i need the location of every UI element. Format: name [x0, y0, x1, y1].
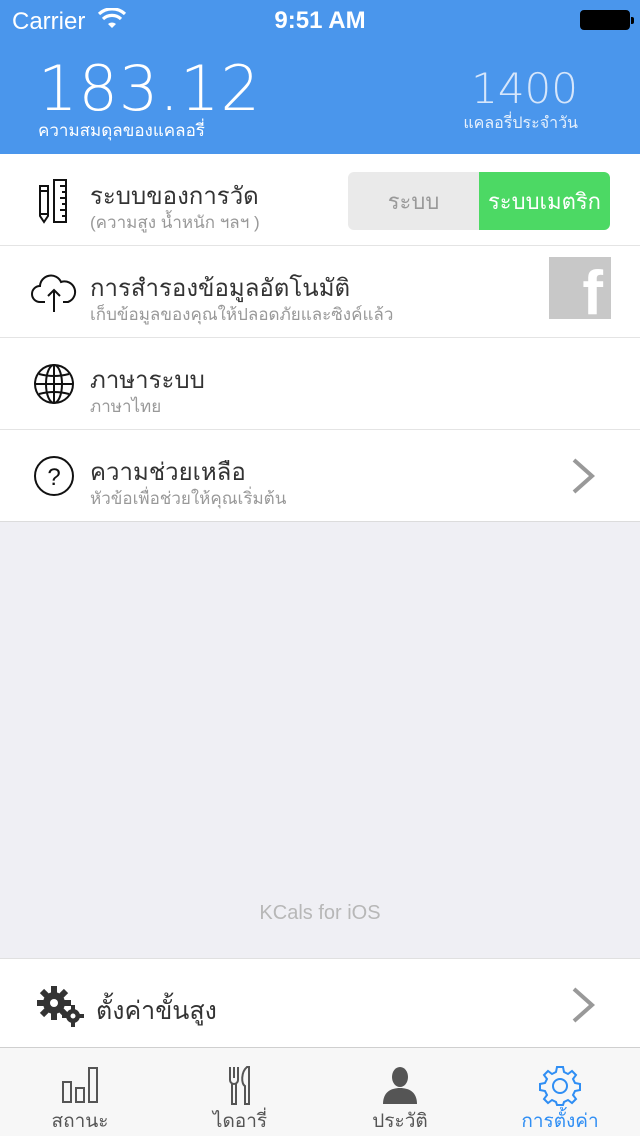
calorie-balance-value: 183.12 [38, 52, 261, 125]
tab-diary-label: ไดอารี่ [212, 1111, 268, 1132]
units-option-metric[interactable]: ระบบเมตริก [479, 172, 610, 230]
question-circle-icon: ? [34, 456, 74, 496]
tab-history-label: ประวัติ [372, 1111, 428, 1132]
gears-icon [37, 986, 84, 1027]
app-footer-text: KCals for iOS [259, 902, 381, 924]
bar-chart-icon [62, 1067, 98, 1103]
settings-row-language[interactable]: ภาษาระบบ ภาษาไทย [0, 338, 640, 430]
tab-history[interactable]: ประวัติ [320, 1048, 480, 1136]
calorie-balance-label: ความสมดุลของแคลอรี่ [38, 121, 205, 140]
gear-icon [539, 1066, 581, 1106]
chevron-right-icon [572, 458, 596, 494]
cloud-upload-icon [31, 274, 77, 312]
settings-list: ระบบของการวัด (ความสูง น้ำหนัก ฯลฯ ) ระบ… [0, 154, 640, 522]
svg-text:?: ? [47, 464, 60, 491]
units-segmented-control: ระบบ ระบบเมตริก [348, 172, 610, 230]
tab-diary[interactable]: ไดอารี่ [160, 1048, 320, 1136]
units-subtitle: (ความสูง น้ำหนัก ฯลฯ ) [90, 213, 260, 232]
tab-settings-label: การตั้งค่า [521, 1111, 599, 1132]
backup-subtitle: เก็บข้อมูลของคุณให้ปลอดภัยและซิงค์แล้ว [90, 305, 394, 324]
pencil-ruler-icon [39, 179, 67, 224]
tab-status-label: สถานะ [51, 1111, 109, 1132]
tab-settings[interactable]: การตั้งค่า [480, 1048, 640, 1136]
battery-icon [580, 10, 634, 30]
units-option-system[interactable]: ระบบ [348, 172, 479, 230]
person-icon [383, 1067, 417, 1104]
daily-calories-label: แคลอรี่ประจำวัน [463, 115, 578, 132]
advanced-settings-row[interactable]: ตั้งค่าขั้นสูง [0, 958, 640, 1048]
status-time: 9:51 AM [274, 7, 366, 34]
tab-bar: สถานะ ไดอารี่ ประวัติ การตั้งค่า [0, 1047, 640, 1136]
settings-row-backup[interactable]: การสำรองข้อมูลอัตโนมัติ เก็บข้อมูลของคุณ… [0, 246, 640, 338]
fork-knife-icon [229, 1066, 250, 1105]
facebook-icon: f [582, 259, 603, 320]
tab-status[interactable]: สถานะ [0, 1048, 160, 1136]
chevron-right-icon [572, 987, 596, 1023]
status-bar: Carrier 9:51 AM [0, 0, 640, 40]
settings-row-units: ระบบของการวัด (ความสูง น้ำหนัก ฯลฯ ) ระบ… [0, 154, 640, 246]
header: Carrier 9:51 AM 183.12 ความสมดุลของแคลอร… [0, 0, 640, 154]
help-subtitle: หัวข้อเพื่อช่วยให้คุณเริ่มต้น [90, 489, 287, 508]
language-subtitle: ภาษาไทย [90, 397, 162, 416]
advanced-settings-title: ตั้งค่าขั้นสูง [96, 997, 217, 1025]
facebook-button[interactable]: f [549, 257, 611, 319]
settings-row-help[interactable]: ? ความช่วยเหลือ หัวข้อเพื่อช่วยให้คุณเริ… [0, 430, 640, 522]
daily-calories-value[interactable]: 1400 [471, 64, 578, 113]
globe-icon [34, 364, 74, 404]
